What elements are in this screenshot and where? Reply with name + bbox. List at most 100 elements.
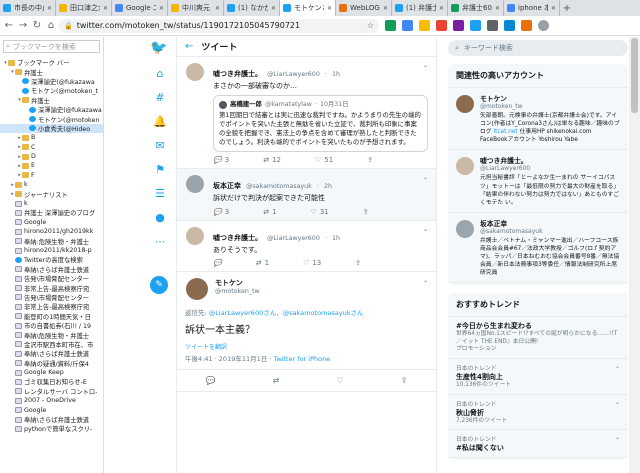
account-name[interactable]: 坂本正幸 bbox=[480, 218, 620, 228]
extension-icon[interactable] bbox=[504, 20, 515, 31]
bookmark-item[interactable]: モトケン(@motoken_t bbox=[0, 86, 103, 95]
trend-item[interactable]: ⌄ 日本のトレンド #私は聞くない bbox=[448, 430, 628, 459]
tweet-author[interactable]: 嘘つき弁護士。 bbox=[213, 234, 262, 242]
bookmark-folder[interactable]: ▸ k bbox=[0, 180, 103, 189]
close-icon[interactable]: ✕ bbox=[47, 5, 52, 12]
extension-icon[interactable] bbox=[419, 20, 430, 31]
bookmark-item[interactable]: hirono2011/kk2018-p bbox=[0, 246, 103, 255]
tweet-author[interactable]: 嘘つき弁護士。 bbox=[213, 70, 262, 78]
bookmark-item[interactable]: レンタルサーバ コントロ- bbox=[0, 387, 103, 396]
bookmark-item[interactable]: 告発\市場脅配センター bbox=[0, 293, 103, 302]
bookmark-item[interactable]: hirono2011/gh2019kk bbox=[0, 227, 103, 236]
close-icon[interactable]: ✕ bbox=[495, 5, 500, 12]
close-icon[interactable]: ✕ bbox=[215, 5, 220, 12]
account-name[interactable]: モトケン bbox=[480, 93, 620, 103]
like-button[interactable]: ♡ 13 bbox=[303, 259, 321, 267]
page-scrollbar[interactable] bbox=[629, 37, 640, 473]
close-icon[interactable]: ✕ bbox=[439, 5, 444, 12]
bookmark-item[interactable]: Google Keep bbox=[0, 368, 103, 377]
more-icon[interactable]: ⋯ bbox=[148, 233, 172, 249]
bookmark-search-input[interactable]: ⌕ ブックマークを検索 bbox=[3, 40, 100, 53]
account-item[interactable]: 嘘つき弁護士。 @LiarLawyer600 元担当秘書評「とーよなか生一まれの… bbox=[448, 150, 628, 213]
retweet-button[interactable]: ⇄ 12 bbox=[263, 156, 281, 164]
browser-tab[interactable]: (1) 弁護士 ✕ bbox=[392, 0, 448, 16]
account-name[interactable]: 嘘つき弁護士。 bbox=[480, 155, 620, 165]
bookmark-item[interactable]: 非常上告-最高検察庁宛 bbox=[0, 283, 103, 293]
new-tab-button[interactable]: + bbox=[560, 0, 574, 16]
tweet[interactable]: 嘘つき弁護士。 @LiarLawyer600 · 1h ⌄ ありそうです。 💬 … bbox=[177, 221, 436, 273]
avatar[interactable] bbox=[456, 157, 474, 176]
tweet[interactable]: 坂本正幸 @sakamotomasayuk · 2h ⌄ 訴状だけで判決が起案で… bbox=[177, 169, 436, 221]
chevron-down-icon[interactable]: ⌄ bbox=[615, 434, 620, 441]
explore-icon[interactable]: # bbox=[148, 89, 172, 105]
share-button[interactable]: ⇪ bbox=[367, 156, 373, 164]
avatar[interactable] bbox=[186, 278, 208, 301]
profile-icon[interactable]: ● bbox=[148, 209, 172, 225]
bookmark-item[interactable]: モトケン(@motoken bbox=[0, 114, 103, 124]
bookmark-item[interactable]: 2007 - OneDrive bbox=[0, 396, 103, 405]
close-icon[interactable]: ✕ bbox=[103, 5, 108, 12]
retweet-button[interactable]: ⇄ 1 bbox=[263, 208, 276, 216]
reply-button[interactable]: 💬 bbox=[213, 259, 222, 267]
trend-item[interactable]: #今日から生まれ変わる 世界64ヵ国No.1スピード!?すべての誕が明らかになる… bbox=[448, 317, 628, 360]
bookmark-folder[interactable]: ▾ ブックマーク バー bbox=[0, 58, 103, 67]
browser-tab[interactable]: iphone 本 ✕ bbox=[504, 0, 560, 16]
bookmark-item[interactable]: 奉納の疑通/資料/斤保4 bbox=[0, 359, 103, 368]
reply-to-link[interactable]: @LiarLawyer600さん、@sakamotomasayukさん bbox=[209, 309, 364, 317]
bookmark-item[interactable]: 小倉秀夫(@Hideo bbox=[0, 123, 103, 134]
share-button[interactable]: ⇪ bbox=[355, 259, 361, 267]
home-icon[interactable]: ⌂ bbox=[45, 19, 57, 33]
bookmark-item[interactable]: Google bbox=[0, 405, 103, 414]
extension-icon[interactable] bbox=[470, 20, 481, 31]
browser-tab[interactable]: 市長の中止✕ bbox=[0, 0, 56, 16]
browser-tab[interactable]: WebLOG弁✕ bbox=[336, 0, 392, 16]
bookmark-item[interactable]: ゴミ収集日お知らせ-E bbox=[0, 377, 103, 386]
chevron-down-icon[interactable]: ⌄ bbox=[423, 174, 428, 181]
browser-tab[interactable]: Google 二ュ✕ bbox=[112, 0, 168, 16]
avatar[interactable] bbox=[456, 219, 474, 238]
bookmark-item[interactable]: 金沢市駅西本町市在、市 bbox=[0, 340, 103, 349]
chevron-down-icon[interactable]: ⌄ bbox=[423, 277, 428, 284]
bookmark-item[interactable]: 奉納\さらば弁護士鉄道 bbox=[0, 349, 103, 358]
account-link[interactable]: ltcat.net bbox=[493, 129, 517, 135]
bookmark-folder[interactable]: ▾ 弁護士 bbox=[0, 67, 103, 77]
bookmark-item[interactable]: k bbox=[0, 199, 103, 208]
chevron-down-icon[interactable]: ⌄ bbox=[423, 226, 428, 233]
extension-icon[interactable] bbox=[453, 20, 464, 31]
trend-item[interactable]: ⌄ 日本のトレンド 生産性4割向上 10,136件のツイート bbox=[448, 359, 628, 395]
translate-link[interactable]: ツイートを翻訳 bbox=[185, 342, 428, 351]
profile-icon[interactable] bbox=[538, 20, 549, 31]
share-button[interactable]: ⇪ bbox=[363, 208, 369, 216]
account-item[interactable]: 坂本正幸 @sakamotomasayuk 弁護士／ベトナム・ミャンマー進出／ハ… bbox=[448, 213, 628, 284]
retweet-button[interactable]: ⇄ 1 bbox=[256, 259, 269, 267]
bookmark-item[interactable]: Google bbox=[0, 218, 103, 227]
extension-icon[interactable] bbox=[402, 20, 413, 31]
star-icon[interactable]: ☆ bbox=[367, 21, 374, 30]
reply-button[interactable]: 💬 3 bbox=[213, 156, 229, 164]
url-field[interactable]: 🔒 twitter.com/motoken_tw/status/11901721… bbox=[59, 18, 379, 33]
bookmark-folder[interactable]: ▾ 弁護士 bbox=[0, 96, 103, 105]
close-icon[interactable]: ✕ bbox=[271, 5, 276, 12]
reply-button[interactable]: 💬 3 bbox=[213, 208, 229, 216]
bookmark-item[interactable]: 告発\市場脅配センター bbox=[0, 274, 103, 283]
avatar[interactable] bbox=[456, 95, 474, 113]
scrollbar-thumb[interactable] bbox=[631, 38, 638, 113]
reload-icon[interactable]: ↻ bbox=[31, 19, 43, 33]
bookmark-item[interactable]: 奉納\さらば弁護士鉄道 bbox=[0, 415, 103, 424]
bookmark-item[interactable]: pythonで簡単なスクリ- bbox=[0, 424, 103, 433]
retweet-icon[interactable]: ⇄ bbox=[273, 376, 280, 385]
extension-icon[interactable] bbox=[385, 20, 396, 31]
bookmark-item[interactable]: 奉納:危険生物・弁護士 bbox=[0, 236, 103, 246]
bookmark-item[interactable]: 能登町の1時間天気・日 bbox=[0, 312, 103, 321]
chevron-down-icon[interactable]: ⌄ bbox=[615, 363, 620, 370]
compose-tweet-button[interactable]: ✎ bbox=[150, 276, 168, 294]
quoted-tweet[interactable]: 高橋建一郎 @kamatatylaw · 10月31日 第1回期日で結審とは実に… bbox=[213, 95, 428, 153]
notifications-icon[interactable]: 🔔 bbox=[148, 113, 172, 129]
reply-icon[interactable]: 💬 bbox=[206, 376, 216, 385]
extension-icon[interactable] bbox=[436, 20, 447, 31]
forward-icon[interactable]: → bbox=[17, 19, 29, 33]
bookmark-folder[interactable]: ▸ ジャーナリスト bbox=[0, 189, 103, 199]
extension-icon[interactable] bbox=[521, 20, 532, 31]
extension-icon[interactable] bbox=[487, 20, 498, 31]
lists-icon[interactable]: ☰ bbox=[148, 185, 172, 201]
